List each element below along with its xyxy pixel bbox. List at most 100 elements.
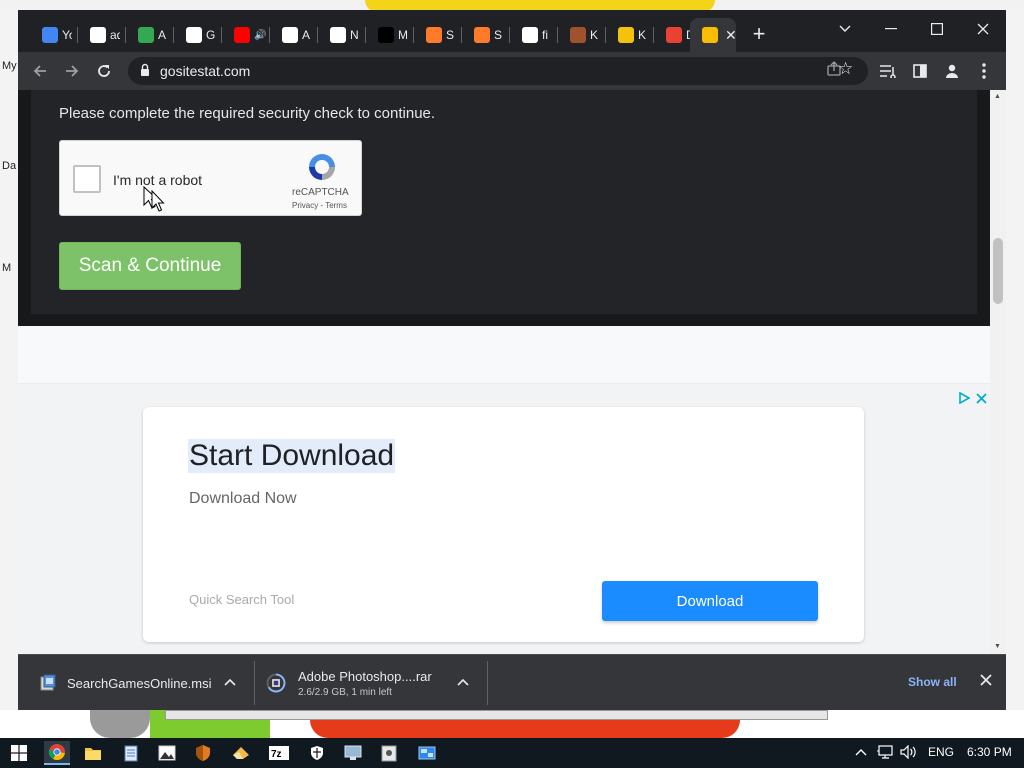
download-item[interactable]: SearchGamesOnline.msi [38,661,212,705]
defender-shield-icon[interactable] [304,741,330,765]
7zip-icon[interactable]: 7z [266,741,292,765]
wallpaper-shape [90,710,150,738]
ad-close-icon[interactable] [976,392,987,407]
spade-icon [666,27,682,43]
language-indicator[interactable]: ENG [928,745,954,759]
background-window-edge [165,710,828,720]
app-installer-icon[interactable] [376,741,402,765]
reload-icon[interactable] [92,59,116,83]
network-icon[interactable] [877,745,895,762]
tab[interactable]: 🔊 [222,18,270,52]
ad-card[interactable]: Start Download Download Now Quick Search… [143,407,864,642]
maximize-icon[interactable] [914,14,960,44]
chrome-taskbar-icon[interactable] [44,741,70,765]
lock-icon[interactable] [140,63,150,77]
tab-label: K [638,28,647,42]
photos-icon[interactable] [154,741,180,765]
gamepad-icon [474,27,490,43]
recaptcha-widget: I'm not a robot reCAPTCHA Privacy - Term… [59,140,362,216]
downloads-bar: SearchGamesOnline.msi Adobe Photoshop...… [18,654,1006,710]
scan-continue-button[interactable]: Scan & Continue [59,242,241,290]
tab-label: M [398,28,408,42]
download-options-chevron-icon[interactable] [224,675,236,689]
tab[interactable]: S [462,18,510,52]
google-icon [90,27,106,43]
bookmark-star-icon[interactable]: ☆ [838,59,853,79]
wu-icon [618,27,634,43]
tab-audio-icon[interactable]: 🔊 [254,30,266,41]
tab[interactable]: G [174,18,222,52]
tab-label: A [158,28,167,42]
recaptcha-terms-link[interactable]: Privacy - Terms [292,201,347,210]
menu-kebab-icon[interactable] [972,59,996,83]
back-icon[interactable] [28,59,52,83]
ad-subtitle: Download Now [189,490,297,507]
gamepad-icon [426,27,442,43]
tab-search-chevron-icon[interactable] [822,14,868,44]
tab-close-icon[interactable]: ✕ [725,27,737,44]
page-scrollbar[interactable]: ▲ ▼ [990,90,1006,654]
security-shield-app-icon[interactable] [190,741,216,765]
reading-list-icon[interactable] [876,59,900,83]
tab-label: N [350,28,359,42]
tab[interactable]: Yo [30,18,78,52]
download-item[interactable]: Adobe Photoshop....rar 2.6/2.9 GB, 1 min… [266,661,432,705]
tab[interactable]: K [606,18,654,52]
start-windows-icon[interactable] [6,741,32,765]
ad-container: Start Download Download Now Quick Search… [18,384,990,654]
browser-window: YoadAG🔊ANMSSfiKKD✕ + gositestat.com [18,10,1006,710]
tab[interactable]: fi [510,18,558,52]
control-panel-icon[interactable] [414,741,440,765]
ad-choices-icon[interactable] [958,391,971,407]
download-options-chevron-icon[interactable] [457,675,469,689]
forward-icon[interactable] [60,59,84,83]
tab[interactable]: M [366,18,414,52]
tray-overflow-chevron-icon[interactable] [855,745,867,759]
address-bar[interactable]: gositestat.com [128,57,868,85]
new-tab-button[interactable]: + [748,23,770,46]
recaptcha-logo-icon [309,154,335,180]
close-downloads-bar-icon[interactable] [980,670,992,691]
tab[interactable]: N [318,18,366,52]
clock-time[interactable]: 6:30 PM [967,745,1012,759]
close-window-icon[interactable] [960,14,1006,44]
tab[interactable]: A [270,18,318,52]
file-explorer-icon[interactable] [80,741,106,765]
scrollbar-thumb[interactable] [993,238,1003,304]
notepad-icon[interactable] [118,741,144,765]
scroll-up-icon[interactable]: ▲ [994,93,1001,100]
tab-label: A [302,28,311,42]
tab-label: Yo [62,28,72,42]
recaptcha-checkbox[interactable] [73,165,101,193]
desktop-icon-label[interactable]: Da [2,160,16,172]
tab-strip: YoadAG🔊ANMSSfiKKD✕ + [18,10,1006,52]
browser-toolbar: gositestat.com ☆ [18,52,1006,90]
security-check-card: Please complete the required security ch… [31,90,977,314]
eraser-app-icon[interactable] [228,741,254,765]
url-text[interactable]: gositestat.com [160,63,250,79]
remote-desktop-icon[interactable] [340,741,366,765]
ad-title[interactable]: Start Download [188,439,396,473]
scroll-down-icon[interactable]: ▼ [994,643,1001,650]
tab-label: fi [542,28,548,42]
minimize-icon[interactable] [868,14,914,44]
download-progress-icon [266,672,286,694]
tab-label: S [446,28,455,42]
page-spacer [18,326,990,384]
desktop-icon-label[interactable]: M [2,262,11,274]
tab[interactable]: S [414,18,462,52]
chart-icon [702,27,718,43]
tab[interactable]: ad [78,18,126,52]
tab-label: K [590,28,599,42]
desktop-icon-label[interactable]: My [2,60,17,72]
show-all-downloads-button[interactable]: Show all [908,675,957,689]
tab-active[interactable]: ✕ [690,18,737,52]
tab[interactable]: A [126,18,174,52]
side-panel-icon[interactable] [908,59,932,83]
ad-download-button[interactable]: Download [602,581,818,621]
profile-icon[interactable] [940,59,964,83]
volume-icon[interactable] [900,744,918,762]
desktop-left-strip: My Da M [0,10,18,710]
tab-label: S [494,28,503,42]
tab[interactable]: K [558,18,606,52]
